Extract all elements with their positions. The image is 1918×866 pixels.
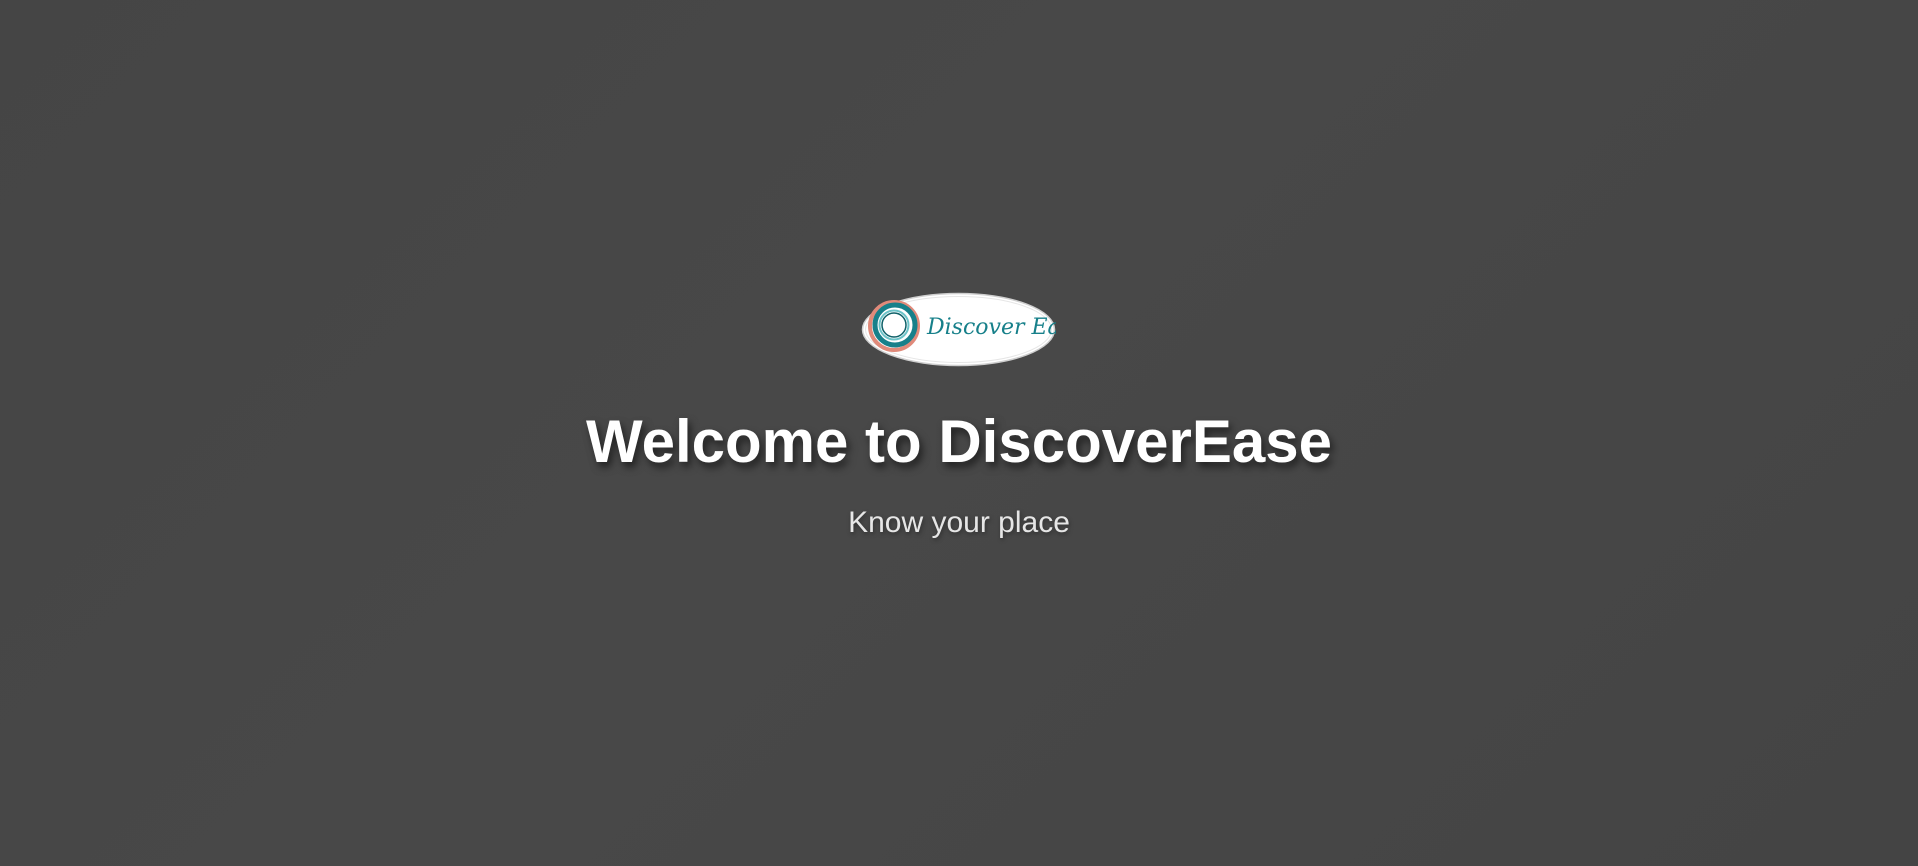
hero-section: Discover Ease Welcome to DiscoverEase Kn… [0, 0, 1918, 866]
page-title: Welcome to DiscoverEase [586, 408, 1332, 475]
discoverease-logo[interactable]: Discover Ease [861, 292, 1056, 367]
tagline: Know your place [848, 506, 1070, 539]
logo-wordmark: Discover Ease [926, 315, 1056, 340]
logo-badge: Discover Ease [861, 292, 1056, 367]
